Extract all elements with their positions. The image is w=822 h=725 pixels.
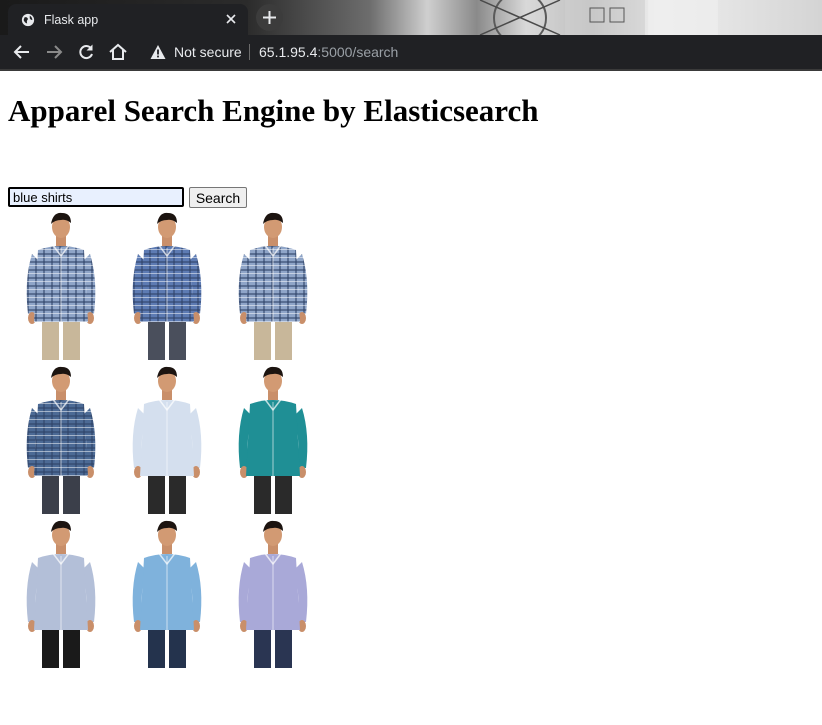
address-bar[interactable] [141,40,822,64]
forward-arrow-icon[interactable] [44,42,64,62]
shirt-model-image [114,210,220,364]
product-image[interactable] [220,364,326,518]
shirt-model-image [8,518,114,672]
back-arrow-icon[interactable] [12,42,32,62]
security-label[interactable]: Not secure [174,43,242,61]
omnibox-divider [249,44,250,60]
reload-icon[interactable] [76,42,96,62]
shirt-model-image [220,364,326,518]
results-grid [8,210,326,672]
url-path: :5000/search [317,44,399,60]
theme-background [479,0,718,35]
new-tab-button[interactable] [256,4,283,31]
warning-icon[interactable] [150,44,166,60]
search-input[interactable] [8,187,184,207]
browser-tab[interactable]: Flask app [8,4,248,35]
toolbar-border [0,69,822,71]
product-image[interactable] [8,518,114,672]
close-icon[interactable] [224,12,238,26]
home-icon[interactable] [108,42,128,62]
product-image[interactable] [8,210,114,364]
shirt-model-image [220,518,326,672]
product-image[interactable] [220,518,326,672]
url-host: 65.1.95.4 [259,44,318,60]
product-image[interactable] [220,210,326,364]
product-image[interactable] [114,210,220,364]
search-button[interactable]: Search [189,187,247,208]
page-title: Apparel Search Engine by Elasticsearch [8,93,539,128]
globe-icon [21,13,35,27]
shirt-model-image [8,210,114,364]
product-image[interactable] [8,364,114,518]
url-text[interactable]: 65.1.95.4:5000/search [259,43,398,61]
shirt-model-image [8,364,114,518]
shirt-model-image [114,518,220,672]
product-image[interactable] [114,518,220,672]
shirt-model-image [114,364,220,518]
product-image[interactable] [114,364,220,518]
shirt-model-image [220,210,326,364]
plus-icon [263,11,276,24]
tab-title: Flask app [44,13,99,27]
